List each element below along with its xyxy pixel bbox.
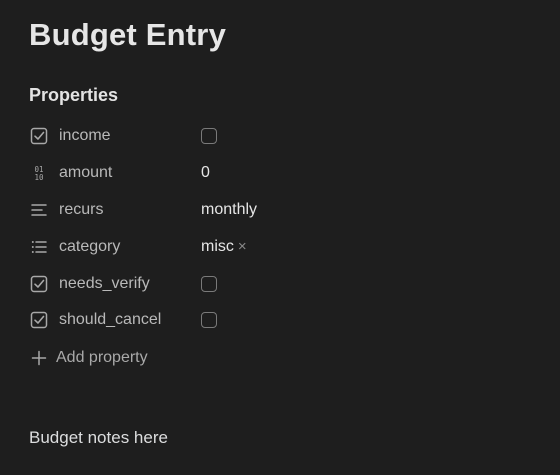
text-lines-icon	[29, 200, 49, 220]
properties-list: income 01 10 amount 0 recurs monthly cat…	[29, 118, 529, 339]
property-row-recurs: recurs monthly	[29, 192, 529, 229]
add-property-button[interactable]: Add property	[31, 349, 148, 367]
property-row-income: income	[29, 118, 529, 155]
property-key-income[interactable]: income	[29, 118, 201, 155]
property-key-recurs[interactable]: recurs	[29, 192, 201, 229]
note-body[interactable]: Budget notes here	[29, 428, 168, 448]
recurs-value[interactable]: monthly	[201, 192, 257, 229]
property-key-category[interactable]: category	[29, 228, 201, 265]
number-icon: 01 10	[29, 163, 49, 183]
property-key-needs-verify[interactable]: needs_verify	[29, 265, 201, 302]
property-value-category: misc ×	[201, 228, 247, 265]
property-name: should_cancel	[59, 311, 162, 329]
category-tag[interactable]: misc ×	[201, 238, 247, 256]
property-key-amount[interactable]: 01 10 amount	[29, 155, 201, 192]
property-name: recurs	[59, 200, 104, 218]
property-name: category	[59, 237, 121, 255]
needs-verify-checkbox[interactable]	[201, 275, 217, 292]
add-property-label: Add property	[56, 349, 148, 366]
property-name: income	[59, 127, 111, 145]
property-name: amount	[59, 164, 113, 182]
should-cancel-checkbox[interactable]	[201, 312, 217, 329]
property-row-needs-verify: needs_verify	[29, 265, 529, 302]
property-row-category: category misc ×	[29, 228, 529, 265]
property-row-amount: 01 10 amount 0	[29, 155, 529, 192]
plus-icon	[31, 350, 47, 366]
checkbox-icon	[29, 310, 49, 330]
category-tag-label: misc	[201, 237, 234, 255]
svg-text:10: 10	[34, 173, 44, 182]
page-title[interactable]: Budget Entry	[29, 17, 226, 53]
income-checkbox[interactable]	[201, 128, 217, 145]
remove-tag-icon[interactable]: ×	[238, 238, 247, 255]
properties-heading[interactable]: Properties	[29, 85, 118, 106]
property-row-should-cancel: should_cancel	[29, 302, 529, 339]
property-name: needs_verify	[59, 274, 150, 292]
amount-value[interactable]: 0	[201, 155, 210, 192]
property-value-income	[201, 118, 217, 155]
property-key-should-cancel[interactable]: should_cancel	[29, 302, 201, 339]
property-value-needs-verify	[201, 265, 217, 302]
checkbox-icon	[29, 274, 49, 294]
property-value-should-cancel	[201, 302, 217, 339]
checkbox-icon	[29, 126, 49, 146]
list-icon	[29, 237, 49, 257]
